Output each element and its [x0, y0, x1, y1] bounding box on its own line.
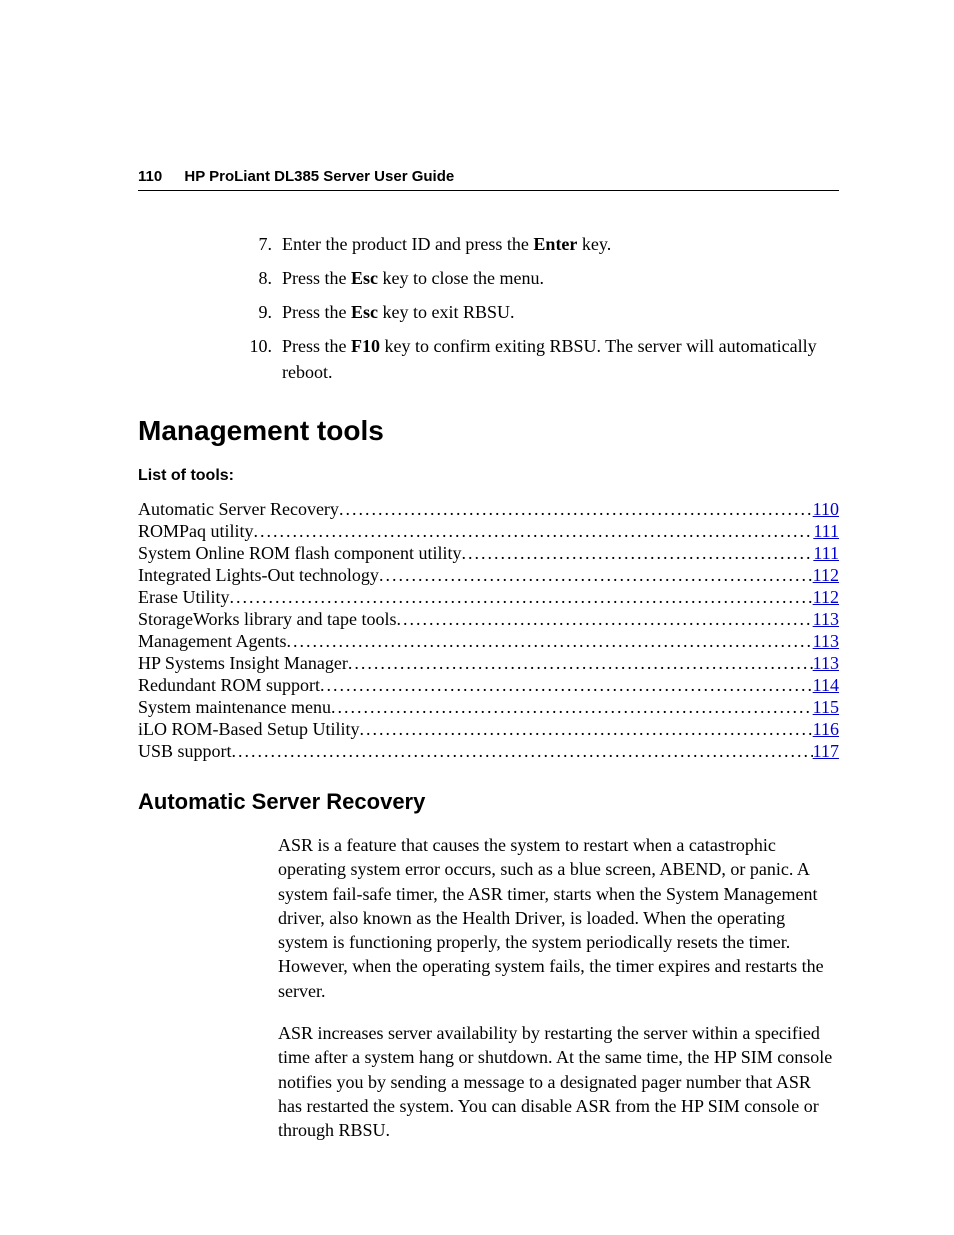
toc-row: Integrated Lights-Out technology 112 [138, 565, 839, 587]
body-paragraph: ASR is a feature that causes the system … [278, 833, 839, 1003]
toc-dots [339, 499, 813, 521]
toc-page-link[interactable]: 116 [813, 719, 839, 741]
section-heading: Management tools [138, 415, 839, 447]
toc-page-link[interactable]: 110 [813, 499, 839, 521]
toc-row: StorageWorks library and tape tools 113 [138, 609, 839, 631]
step-item: 8. Press the Esc key to close the menu. [138, 265, 839, 291]
toc-row: System Online ROM flash component utilit… [138, 543, 839, 565]
toc-label: Erase Utility [138, 587, 229, 609]
toc-dots [461, 543, 813, 565]
toc-page-link[interactable]: 113 [813, 631, 839, 653]
toc-label: ROMPaq utility [138, 521, 254, 543]
running-header: 110 HP ProLiant DL385 Server User Guide [138, 168, 839, 191]
toc-label: Management Agents [138, 631, 286, 653]
table-of-contents: Automatic Server Recovery 110 ROMPaq util… [138, 499, 839, 762]
toc-label: Redundant ROM support [138, 675, 320, 697]
step-text: Press the F10 key to confirm exiting RBS… [282, 333, 839, 385]
page-number: 110 [138, 168, 162, 185]
toc-dots [229, 587, 812, 609]
toc-row: iLO ROM-Based Setup Utility 116 [138, 719, 839, 741]
toc-row: USB support 117 [138, 741, 839, 763]
toc-label: iLO ROM-Based Setup Utility [138, 719, 360, 741]
step-text: Press the Esc key to close the menu. [282, 265, 839, 291]
toc-label: System Online ROM flash component utilit… [138, 543, 461, 565]
step-item: 9. Press the Esc key to exit RBSU. [138, 299, 839, 325]
toc-page-link[interactable]: 117 [813, 741, 839, 763]
subsection-heading: Automatic Server Recovery [138, 789, 839, 815]
toc-dots [331, 697, 813, 719]
step-number: 7. [244, 231, 272, 257]
step-number: 9. [244, 299, 272, 325]
toc-page-link[interactable]: 114 [813, 675, 839, 697]
step-item: 7. Enter the product ID and press the En… [138, 231, 839, 257]
toc-dots [360, 719, 813, 741]
toc-page-link[interactable]: 111 [813, 521, 839, 543]
toc-dots [254, 521, 814, 543]
toc-row: Redundant ROM support 114 [138, 675, 839, 697]
toc-label: HP Systems Insight Manager [138, 653, 348, 675]
toc-row: System maintenance menu 115 [138, 697, 839, 719]
toc-page-link[interactable]: 113 [813, 609, 839, 631]
toc-label: StorageWorks library and tape tools [138, 609, 397, 631]
toc-dots [320, 675, 813, 697]
toc-label: Automatic Server Recovery [138, 499, 339, 521]
toc-dots [286, 631, 812, 653]
list-of-tools-label: List of tools: [138, 467, 839, 485]
toc-row: Automatic Server Recovery 110 [138, 499, 839, 521]
toc-row: ROMPaq utility 111 [138, 521, 839, 543]
doc-title: HP ProLiant DL385 Server User Guide [184, 168, 454, 185]
step-text: Press the Esc key to exit RBSU. [282, 299, 839, 325]
toc-dots [379, 565, 813, 587]
step-item: 10. Press the F10 key to confirm exiting… [138, 333, 839, 385]
numbered-steps: 7. Enter the product ID and press the En… [138, 231, 839, 385]
toc-dots [397, 609, 813, 631]
toc-row: HP Systems Insight Manager 113 [138, 653, 839, 675]
toc-page-link[interactable]: 113 [813, 653, 839, 675]
toc-row: Management Agents 113 [138, 631, 839, 653]
step-text: Enter the product ID and press the Enter… [282, 231, 839, 257]
toc-page-link[interactable]: 112 [813, 587, 839, 609]
toc-page-link[interactable]: 115 [813, 697, 839, 719]
toc-page-link[interactable]: 112 [813, 565, 839, 587]
toc-dots [348, 653, 813, 675]
toc-row: Erase Utility 112 [138, 587, 839, 609]
body-paragraph: ASR increases server availability by res… [278, 1021, 839, 1142]
toc-label: System maintenance menu [138, 697, 331, 719]
toc-label: Integrated Lights-Out technology [138, 565, 379, 587]
step-number: 8. [244, 265, 272, 291]
document-page: 110 HP ProLiant DL385 Server User Guide … [0, 0, 954, 1142]
toc-dots [232, 741, 813, 763]
toc-page-link[interactable]: 111 [813, 543, 839, 565]
step-number: 10. [244, 333, 272, 385]
toc-label: USB support [138, 741, 232, 763]
